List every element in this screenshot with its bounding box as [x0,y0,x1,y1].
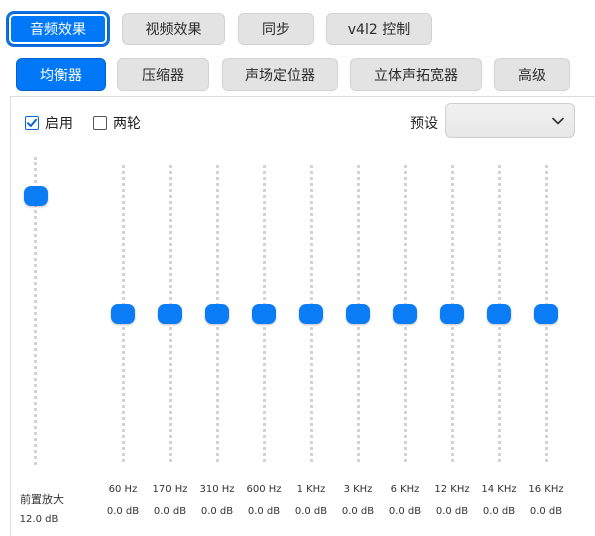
chevron-down-icon [552,117,564,125]
tab-label: 音频效果 [30,22,86,38]
preset-label: 预设 [410,116,438,132]
tab-v4l2-control[interactable]: v4l2 控制 [326,13,432,45]
enable-label: 启用 [45,116,73,132]
tab-label: v4l2 控制 [347,22,411,38]
band-slider-handle[interactable] [346,304,370,324]
tab-audio-effects[interactable]: 音频效果 [6,11,110,47]
subtab-label: 高级 [518,67,546,84]
band-slider-handle[interactable] [299,304,323,324]
tab-sync[interactable]: 同步 [238,13,314,45]
subtab-label: 均衡器 [40,67,82,84]
checkmark-icon [25,116,39,130]
band-value-label: 0.0 dB [529,506,563,517]
subtab-label: 声场定位器 [245,67,315,84]
subtab-compressor[interactable]: 压缩器 [117,58,209,91]
tab-label: 视频效果 [145,22,202,38]
tab-video-effects[interactable]: 视频效果 [122,13,225,45]
band-slider-handle[interactable] [393,304,417,324]
two-pass-checkbox[interactable]: 两轮 [93,113,141,133]
preamp-slider-handle[interactable] [24,186,48,206]
band-slider-handle[interactable] [252,304,276,324]
subtab-equalizer[interactable]: 均衡器 [16,58,106,91]
band-slider-handle[interactable] [487,304,511,324]
two-pass-label: 两轮 [113,116,141,132]
subtab-spatializer[interactable]: 声场定位器 [222,58,338,91]
band-slider-handle[interactable] [111,304,135,324]
preset-select[interactable] [445,103,575,138]
preamp-value: 12.0 dB [19,514,59,525]
enable-checkbox[interactable]: 启用 [25,113,73,133]
band-slider-handle[interactable] [440,304,464,324]
band-frequency-label: 16 KHz [528,484,564,495]
preamp-label: 前置放大 [20,493,64,506]
band-slider-handle[interactable] [534,304,558,324]
subtab-advanced[interactable]: 高级 [494,58,570,91]
subtab-label: 压缩器 [142,67,184,84]
subtab-stereo-widener[interactable]: 立体声拓宽器 [350,58,482,91]
tab-label: 同步 [262,22,290,38]
checkbox-box [93,116,107,130]
band-slider-handle[interactable] [158,304,182,324]
band-slider-handle[interactable] [205,304,229,324]
subtab-label: 立体声拓宽器 [374,67,458,84]
